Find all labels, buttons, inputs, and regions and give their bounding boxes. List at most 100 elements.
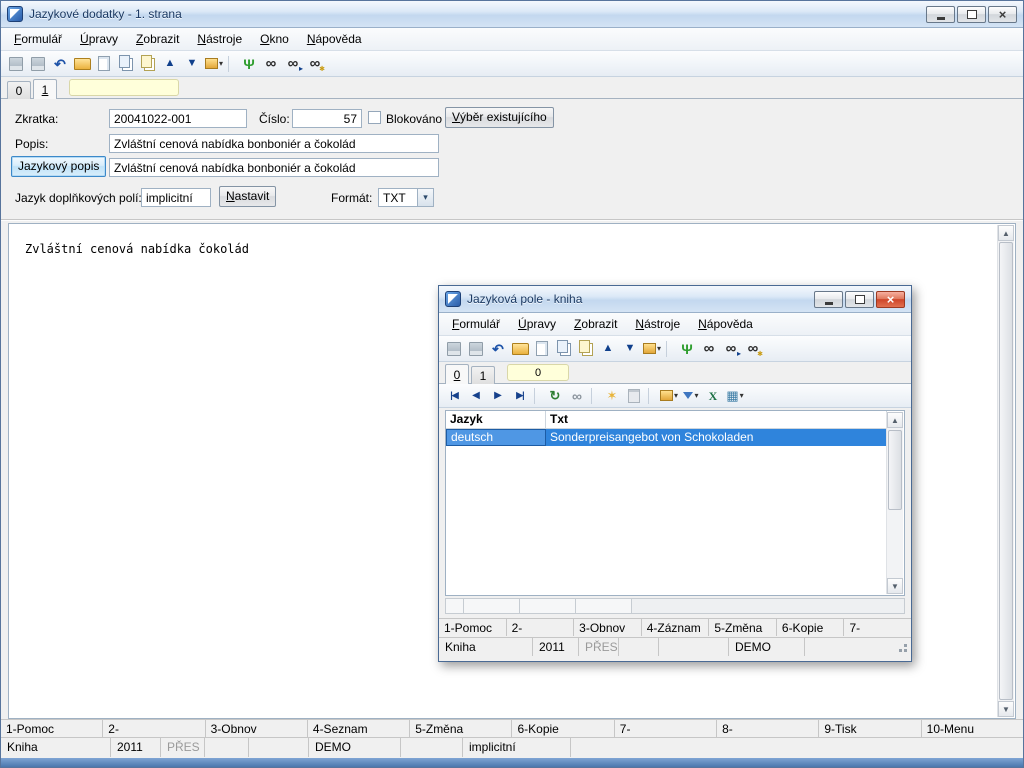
plant-icon[interactable] <box>677 339 697 359</box>
copy-icon[interactable] <box>116 54 136 74</box>
child-tab-1[interactable]: 1 <box>471 366 495 384</box>
format-dropdown-button[interactable] <box>417 189 433 206</box>
zkratka-input[interactable]: 20041022-001 <box>109 109 247 128</box>
fkey-button[interactable]: 10-Menu <box>921 720 1023 738</box>
undo-icon[interactable] <box>50 54 70 74</box>
save-icon[interactable] <box>444 339 464 359</box>
menu-item[interactable]: Formulář <box>5 29 71 49</box>
save-icon[interactable] <box>6 54 26 74</box>
new-icon[interactable] <box>94 54 114 74</box>
fkey-button[interactable]: 4-Záznam <box>641 619 709 636</box>
table-row[interactable]: deutsch Sonderpreisangebot von Schokolad… <box>446 429 887 446</box>
find-next-icon[interactable] <box>721 339 741 359</box>
minimize-button[interactable] <box>926 6 955 23</box>
fkey-button[interactable]: 7- <box>843 619 911 636</box>
find-grey-icon[interactable] <box>567 386 587 406</box>
menu-item[interactable]: Zobrazit <box>127 29 188 49</box>
find-icon[interactable] <box>699 339 719 359</box>
fkey-button[interactable]: 5-Změna <box>708 619 776 636</box>
jazyk-doplnkovych-poli-input[interactable]: implicitní <box>141 188 211 207</box>
undo-icon[interactable] <box>488 339 508 359</box>
blokovano-checkbox[interactable] <box>368 111 381 124</box>
move-down-icon[interactable] <box>620 339 640 359</box>
fkey-button[interactable]: 5-Změna <box>409 720 511 738</box>
maximize-button[interactable] <box>957 6 986 23</box>
find-next-icon[interactable] <box>283 54 303 74</box>
popis-input[interactable]: Zvláštní cenová nabídka bonboniér a čoko… <box>109 134 439 153</box>
child-titlebar[interactable]: Jazyková pole - kniha <box>439 286 911 313</box>
find-new-icon[interactable] <box>305 54 325 74</box>
refresh-page-icon[interactable] <box>545 386 565 406</box>
editor-scroll-track[interactable] <box>998 241 1014 701</box>
editor-scroll-thumb[interactable] <box>999 242 1013 700</box>
send-icon[interactable] <box>204 54 224 74</box>
fkey-button[interactable]: 8- <box>716 720 818 738</box>
star-add-icon[interactable] <box>602 386 622 406</box>
fkey-button[interactable]: 3-Obnov <box>205 720 307 738</box>
menu-item[interactable]: Nápověda <box>298 29 371 49</box>
format-select[interactable]: TXT <box>378 188 434 207</box>
open-icon[interactable] <box>510 339 530 359</box>
menu-item[interactable]: Úpravy <box>71 29 127 49</box>
copy-icon[interactable] <box>554 339 574 359</box>
plant-icon[interactable] <box>239 54 259 74</box>
nastavit-button[interactable]: Nastavit <box>219 186 276 207</box>
main-tab-1[interactable]: 1 <box>33 79 57 99</box>
save-as-icon[interactable] <box>28 54 48 74</box>
resize-grip[interactable] <box>904 649 907 652</box>
open-icon[interactable] <box>72 54 92 74</box>
fkey-button[interactable]: 4-Seznam <box>307 720 409 738</box>
grid-scrollbar[interactable] <box>886 412 903 594</box>
jazykovy-popis-button[interactable]: Jazykový popis <box>11 156 106 177</box>
fkey-button[interactable]: 2- <box>506 619 574 636</box>
send-icon[interactable] <box>659 386 679 406</box>
main-tab-0[interactable]: 0 <box>7 81 31 99</box>
paste-icon[interactable] <box>624 386 644 406</box>
child-close-button[interactable] <box>876 291 905 308</box>
prev-icon[interactable] <box>466 386 486 406</box>
fkey-button[interactable]: 1-Pomoc <box>1 720 102 738</box>
fkey-button[interactable]: 9-Tisk <box>818 720 920 738</box>
editor-scrollbar[interactable] <box>997 225 1014 717</box>
find-new-icon[interactable] <box>743 339 763 359</box>
move-up-icon[interactable] <box>598 339 618 359</box>
grid-scroll-thumb[interactable] <box>888 430 902 510</box>
send-icon[interactable] <box>642 339 662 359</box>
menu-item[interactable]: Formulář <box>443 314 509 334</box>
child-tab-0[interactable]: 0 <box>445 364 469 384</box>
move-up-icon[interactable] <box>160 54 180 74</box>
column-header-jazyk[interactable]: Jazyk <box>446 411 546 428</box>
menu-item[interactable]: Nástroje <box>626 314 689 334</box>
main-titlebar[interactable]: Jazykové dodatky - 1. strana <box>1 1 1023 28</box>
vyber-existujiciho-button[interactable]: Výběr existujícího <box>445 107 554 128</box>
filter-icon[interactable] <box>681 386 701 406</box>
duplicate-icon[interactable] <box>576 339 596 359</box>
menu-item[interactable]: Zobrazit <box>565 314 626 334</box>
report-icon[interactable] <box>725 386 745 406</box>
fkey-button[interactable]: 3-Obnov <box>573 619 641 636</box>
grid-scroll-down-button[interactable] <box>887 578 903 594</box>
excel-icon[interactable] <box>703 386 723 406</box>
cell-jazyk[interactable]: deutsch <box>446 429 546 446</box>
jazykovy-popis-input[interactable]: Zvláštní cenová nabídka bonboniér a čoko… <box>109 158 439 177</box>
menu-item[interactable]: Okno <box>251 29 298 49</box>
fkey-button[interactable]: 1-Pomoc <box>439 619 506 636</box>
grid-scroll-track[interactable] <box>887 428 903 578</box>
cislo-input[interactable]: 57 <box>292 109 362 128</box>
fkey-button[interactable]: 6-Kopie <box>776 619 844 636</box>
column-header-txt[interactable]: Txt <box>546 411 887 428</box>
menu-item[interactable]: Úpravy <box>509 314 565 334</box>
fkey-button[interactable]: 7- <box>614 720 716 738</box>
scroll-up-button[interactable] <box>998 225 1014 241</box>
duplicate-icon[interactable] <box>138 54 158 74</box>
move-down-icon[interactable] <box>182 54 202 74</box>
fkey-button[interactable]: 2- <box>102 720 204 738</box>
child-minimize-button[interactable] <box>814 291 843 308</box>
menu-item[interactable]: Nápověda <box>689 314 762 334</box>
find-icon[interactable] <box>261 54 281 74</box>
cell-txt[interactable]: Sonderpreisangebot von Schokoladen <box>546 429 887 446</box>
close-button[interactable] <box>988 6 1017 23</box>
next-icon[interactable] <box>488 386 508 406</box>
fkey-button[interactable]: 6-Kopie <box>511 720 613 738</box>
scroll-down-button[interactable] <box>998 701 1014 717</box>
